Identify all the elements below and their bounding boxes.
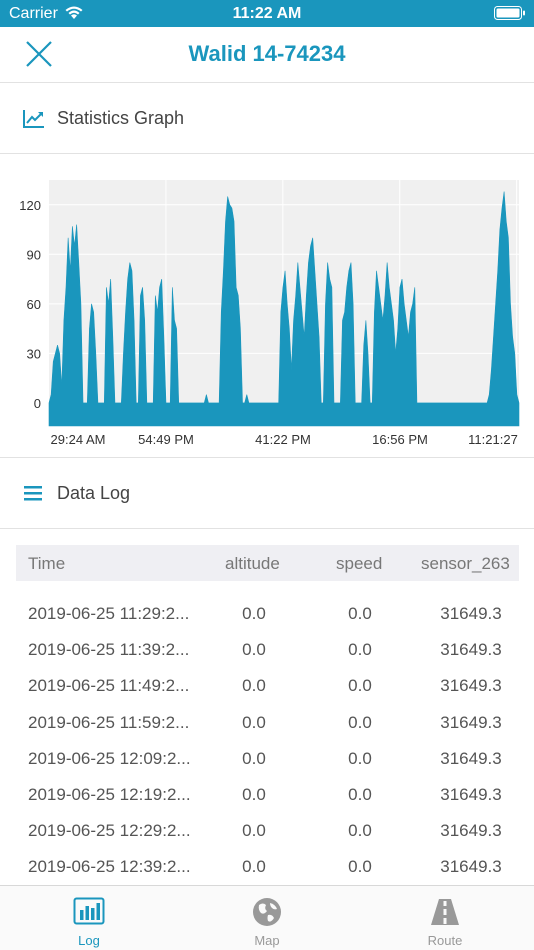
road-icon	[429, 897, 461, 927]
table-row[interactable]: 2019-06-25 11:59:2... 0.0 0.0 31649.3	[16, 705, 519, 741]
cell-time: 2019-06-25 11:29:2...	[28, 604, 190, 623]
y-tick-label: 90	[27, 247, 41, 262]
cell-speed: 0.0	[348, 676, 372, 696]
y-tick-label: 60	[27, 297, 41, 312]
globe-icon	[251, 897, 283, 927]
statistics-section-label: Statistics Graph	[57, 108, 185, 128]
tab-bar: Log Map Route	[0, 885, 534, 950]
tab-log[interactable]: Log	[0, 886, 178, 950]
tab-map-label: Map	[254, 933, 280, 948]
data-log-section-header: Data Log	[0, 459, 534, 529]
cell-sensor: 31649.3	[440, 784, 502, 804]
data-log-section-label: Data Log	[57, 483, 131, 503]
table-row[interactable]: 2019-06-25 12:39:2... 0.0 0.0 31649.3	[16, 849, 519, 885]
cell-altitude: 0.0	[242, 604, 266, 623]
chart-svg: 0 30 60 90 120 29:24 AM 54:49 PM 41:22 PM 16:56 …	[19, 180, 520, 447]
cell-altitude: 0.0	[242, 712, 266, 732]
x-tick-label: 11:21:27	[468, 432, 518, 447]
cell-altitude: 0.0	[242, 748, 266, 768]
y-tick-label: 0	[34, 396, 41, 411]
cell-altitude: 0.0	[242, 821, 266, 841]
column-header-time[interactable]: Time	[28, 554, 65, 574]
cell-speed: 0.0	[348, 640, 372, 660]
cell-speed: 0.0	[348, 748, 372, 768]
cell-sensor: 31649.3	[440, 857, 502, 877]
cell-speed: 0.0	[348, 784, 372, 804]
nav-bar: Walid 14-74234	[0, 27, 534, 83]
table-row[interactable]: 2019-06-25 12:19:2... 0.0 0.0 31649.3	[16, 777, 519, 813]
x-tick-label: 16:56 PM	[372, 432, 428, 447]
cell-sensor: 31649.3	[440, 748, 502, 768]
tab-route-label: Route	[427, 933, 463, 948]
column-header-sensor[interactable]: sensor_263	[421, 554, 510, 574]
cell-sensor: 31649.3	[440, 821, 502, 841]
bar-chart-icon	[73, 897, 105, 927]
cell-speed: 0.0	[348, 821, 372, 841]
tab-route[interactable]: Route	[356, 886, 534, 950]
column-header-altitude[interactable]: altitude	[225, 554, 280, 574]
line-chart-icon	[23, 109, 45, 129]
list-icon	[23, 484, 45, 504]
table-row[interactable]: 2019-06-25 12:09:2... 0.0 0.0 31649.3	[16, 741, 519, 777]
status-bar: Carrier 11:22 AM	[0, 0, 534, 27]
cell-time: 2019-06-25 12:39:2...	[28, 857, 191, 877]
cell-speed: 0.0	[348, 712, 372, 732]
x-tick-label: 54:49 PM	[138, 432, 194, 447]
y-tick-label: 30	[27, 346, 41, 361]
tab-map[interactable]: Map	[178, 886, 356, 950]
x-tick-label: 29:24 AM	[51, 432, 106, 447]
table-row[interactable]: 2019-06-25 11:29:2... 0.0 0.0 31649.3	[16, 596, 519, 632]
cell-time: 2019-06-25 11:39:2...	[28, 640, 190, 660]
statistics-section-header: Statistics Graph	[0, 84, 534, 154]
x-tick-label: 41:22 PM	[255, 432, 311, 447]
table-body: 2019-06-25 11:29:2... 0.0 0.0 31649.3 20…	[16, 596, 519, 886]
tab-log-label: Log	[78, 933, 100, 948]
cell-sensor: 31649.3	[440, 640, 502, 660]
table-row[interactable]: 2019-06-25 11:49:2... 0.0 0.0 31649.3	[16, 668, 519, 704]
column-header-speed[interactable]: speed	[336, 554, 382, 574]
battery-icon	[494, 6, 526, 25]
table-row[interactable]: 2019-06-25 11:39:2... 0.0 0.0 31649.3	[16, 632, 519, 668]
page-title: Walid 14-74234	[188, 41, 346, 66]
cell-speed: 0.0	[348, 857, 372, 877]
cell-time: 2019-06-25 12:19:2...	[28, 784, 191, 804]
cell-sensor: 31649.3	[440, 604, 502, 623]
cell-time: 2019-06-25 12:29:2...	[28, 821, 191, 841]
cell-altitude: 0.0	[242, 676, 266, 696]
cell-speed: 0.0	[348, 604, 372, 623]
statistics-chart: 0 30 60 90 120 29:24 AM 54:49 PM 41:22 PM 16:56 …	[0, 155, 534, 458]
y-tick-label: 120	[19, 198, 41, 213]
cell-altitude: 0.0	[242, 857, 266, 877]
table-row[interactable]: 2019-06-25 12:29:2... 0.0 0.0 31649.3	[16, 813, 519, 849]
clock: 11:22 AM	[232, 5, 302, 22]
cell-time: 2019-06-25 11:49:2...	[28, 676, 190, 696]
cell-altitude: 0.0	[242, 640, 266, 660]
cell-sensor: 31649.3	[440, 712, 502, 732]
table-header: Time altitude speed sensor_263	[16, 545, 519, 581]
cell-altitude: 0.0	[242, 784, 266, 804]
cell-time: 2019-06-25 11:59:2...	[28, 712, 190, 732]
cell-time: 2019-06-25 12:09:2...	[28, 748, 191, 768]
cell-sensor: 31649.3	[440, 676, 502, 696]
